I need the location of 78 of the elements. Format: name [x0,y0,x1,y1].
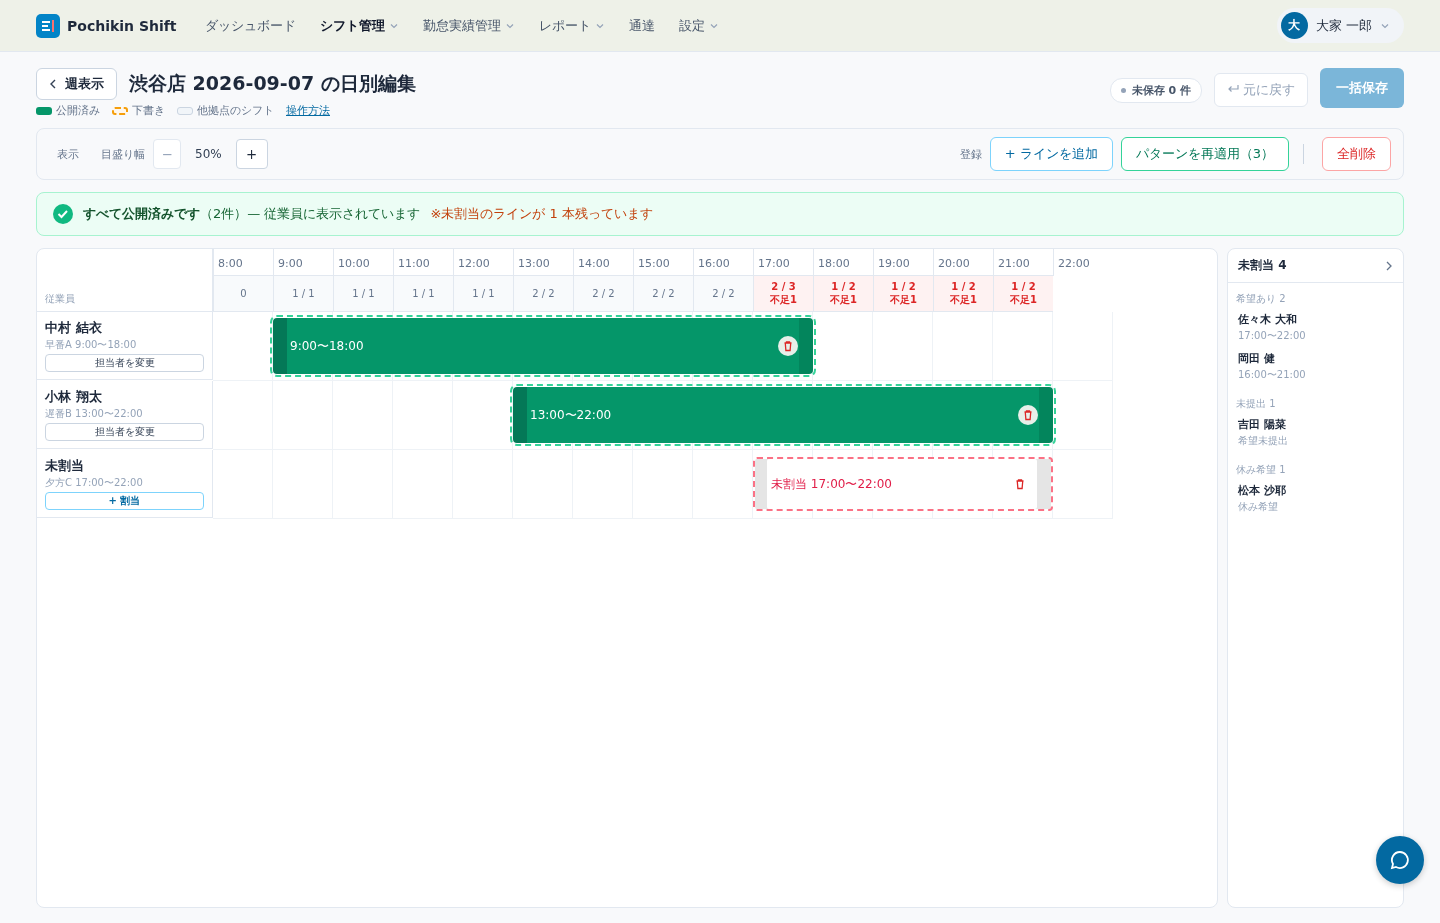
staffing-count: 2 / 2 [513,276,573,312]
staffing-count: 1 / 1 [393,276,453,312]
shift-pattern: 遅番B 13:00〜22:00 [45,407,144,421]
legend-swatch [177,106,193,115]
delete-all-button[interactable]: 全削除 [1322,137,1391,171]
legend-label: 他拠点のシフト [197,103,274,118]
staffing-count: 2 / 2 [693,276,753,312]
change-assignee-button[interactable]: 担当者を変更 [45,354,204,372]
staffing-count: 1 / 2 不足1 [873,276,933,312]
staffing-count: 1 / 2 不足1 [993,276,1053,312]
nav-item[interactable]: 通達 [628,16,655,35]
employee-name: 中村 結衣 [45,319,103,337]
add-line-button[interactable]: + ラインを追加 [989,137,1113,171]
check-circle-icon [53,204,73,224]
column-heading: 従業員 [45,292,75,306]
staffing-count: 2 / 3 不足1 [753,276,813,312]
nav-item[interactable]: シフト管理 [319,16,385,35]
trash-icon[interactable] [777,335,799,357]
staffing-count: 1 / 1 [453,276,513,312]
candidate-name[interactable]: 松本 沙耶 [1238,483,1393,498]
staffing-count: 2 / 2 [573,276,633,312]
zoom-in-button[interactable]: + [235,139,268,169]
change-assignee-button[interactable]: 担当者を変更 [45,423,204,441]
scale-label: 目盛り幅 [101,146,145,162]
page-title: 渋谷店 2026-09-07 の日別編集 [129,71,416,96]
staffing-count: 0 [213,276,273,312]
register-label: 登録 [959,146,982,162]
shift-bar[interactable]: 未割当 17:00〜22:00 [753,457,1053,511]
group-label: 希望あり 2 [1235,292,1287,306]
legend-label: 下書き [132,103,165,118]
brand-name: Pochikin Shift [67,17,177,34]
candidate-name[interactable]: 岡田 健 [1238,351,1393,366]
reapply-pattern-button[interactable]: パターンを再適用（3） [1120,137,1289,171]
back-button[interactable]: 週表示 [36,68,117,100]
nav-item[interactable]: ダッシュボード [204,16,296,35]
candidate-detail: 希望未提出 [1238,434,1289,448]
candidate-detail: 休み希望 [1238,500,1279,514]
logo-icon [36,13,60,38]
staffing-count: 1 / 1 [333,276,393,312]
candidate-name[interactable]: 佐々木 大和 [1238,312,1393,327]
chevron-right-icon[interactable] [1385,260,1393,271]
chat-icon [1389,849,1411,871]
unsaved-badge: 未保存 0 件 [1109,77,1202,103]
group-label: 未提出 1 [1235,397,1277,411]
group-label: 休み希望 1 [1235,463,1287,477]
nav-item[interactable]: 勤怠実績管理 [422,16,501,35]
employee-name: 小林 翔太 [45,388,103,406]
user-menu[interactable]: 大 大家 一郎 [1276,8,1404,43]
chevron-left-icon [49,79,57,89]
staffing-count: 2 / 2 [633,276,693,312]
candidate-detail: 17:00〜22:00 [1238,329,1307,343]
legend-swatch [112,106,128,115]
staffing-count: 1 / 1 [273,276,333,312]
status-message: すべて公開済みです（2件）— 従業員に表示されています [83,205,421,223]
candidate-detail: 16:00〜21:00 [1238,368,1307,382]
chat-button[interactable] [1376,836,1424,884]
shift-bar[interactable]: 9:00〜18:00 [273,318,813,374]
shift-pattern: 夕方C 17:00〜22:00 [45,476,144,490]
user-avatar: 大 [1280,12,1308,39]
shift-pattern: 早番A 9:00〜18:00 [45,338,138,352]
legend-swatch [36,106,52,115]
panel-title: 未割当 4 [1238,257,1287,274]
trash-icon[interactable] [1017,404,1039,426]
staffing-count: 1 / 2 不足1 [933,276,993,312]
help-link[interactable]: 操作方法 [286,103,330,118]
assign-button[interactable]: + 割当 [45,492,204,510]
legend-label: 公開済み [56,103,100,118]
nav-item[interactable]: 設定 [678,16,705,35]
hour-label: 22:00 [1053,249,1113,276]
display-label: 表示 [57,146,79,162]
warning-message: ※未割当のラインが 1 本残っています [430,205,653,223]
candidate-name[interactable]: 吉田 陽菜 [1238,417,1393,432]
shift-bar[interactable]: 13:00〜22:00 [513,387,1053,443]
scale-value: 50% [195,147,222,161]
undo-icon [1227,84,1239,94]
nav-item[interactable]: レポート [538,16,591,35]
staffing-count: 1 / 2 不足1 [813,276,873,312]
employee-name: 未割当 [45,457,85,475]
